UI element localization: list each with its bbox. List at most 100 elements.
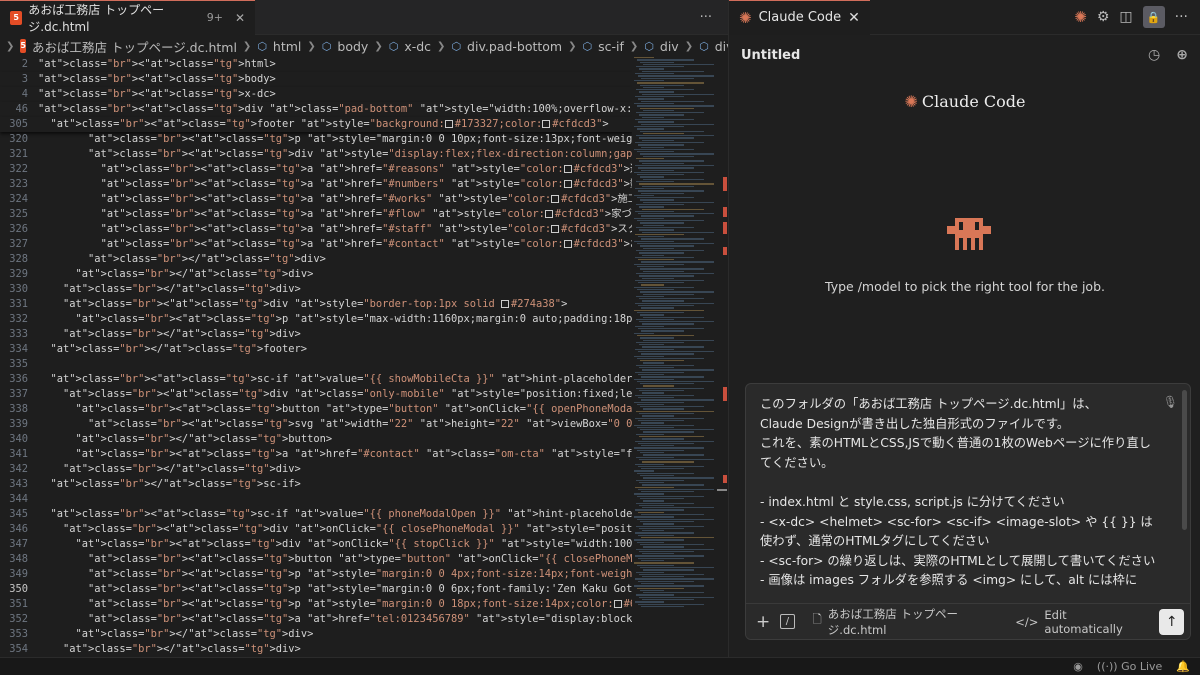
line-number: 338 — [9, 403, 28, 415]
code-line[interactable]: 353 "at">class="br"></"at">class="tg">di… — [0, 627, 632, 642]
notifications-icon[interactable]: 🔔 — [1176, 660, 1190, 673]
code-line[interactable]: 324 "at">class="br"><"at">class="tg">a "… — [0, 192, 632, 207]
openai-icon[interactable]: ⚙ — [1097, 9, 1110, 25]
code-line[interactable]: 352 "at">class="br"><"at">class="tg">a "… — [0, 612, 632, 627]
go-live-button[interactable]: ((·)) Go Live — [1097, 660, 1162, 673]
breadcrumb-item[interactable]: x-dc — [404, 39, 431, 54]
attached-file-chip[interactable]: 🗋 あおば工務店 トップページ.dc.html — [813, 606, 1006, 638]
code-line[interactable]: 342 "at">class="br"></"at">class="tg">di… — [0, 462, 632, 477]
minimap-line — [640, 314, 664, 316]
claude-code-tab[interactable]: ✺ Claude Code ✕ — [729, 0, 870, 35]
breadcrumb-item[interactable]: div — [660, 39, 679, 54]
claude-logo-icon[interactable]: ✺ — [1074, 8, 1087, 26]
breadcrumb-item[interactable]: あおば工務店 トップページ.dc.html — [32, 37, 237, 56]
editor-tab[interactable]: 5 あおば工務店 トップページ.dc.html 9+ ✕ — [0, 0, 255, 35]
chevron-right-icon: ❯ — [437, 40, 446, 52]
code-line[interactable]: 336 "at">class="br"><"at">class="tg">sc-… — [0, 372, 632, 387]
prompt-composer[interactable]: このフォルダの「あおば工務店 トップページ.dc.html」は、 Claude … — [745, 383, 1191, 640]
code-line[interactable]: 338 "at">class="br"><"at">class="tg">but… — [0, 402, 632, 417]
code-line[interactable]: 341 "at">class="br"><"at">class="tg">a "… — [0, 447, 632, 462]
microphone-icon[interactable]: 🎙 — [1163, 395, 1178, 409]
minimap-line — [637, 128, 664, 130]
code-line[interactable]: 354 "at">class="br"></"at">class="tg">di… — [0, 642, 632, 657]
code-line[interactable]: 339 "at">class="br"><"at">class="tg">svg… — [0, 417, 632, 432]
minimap-line — [635, 210, 674, 213]
breadcrumb-item[interactable]: body — [337, 39, 368, 54]
line-code: "at">class="br"><"at">class="tg">a "at">… — [100, 208, 632, 220]
minimap-line — [636, 594, 674, 596]
code-area[interactable]: 2 "at">class="br"><"at">class="tg">html> 3… — [0, 57, 632, 657]
code-line[interactable]: 46 "at">class="br"><"at">class="tg">div "… — [0, 102, 632, 117]
more-actions-icon[interactable]: ··· — [700, 10, 712, 25]
code-line[interactable]: 345 "at">class="br"><"at">class="tg">sc-… — [0, 507, 632, 522]
lock-icon[interactable]: 🔒 — [1142, 6, 1165, 28]
code-line[interactable]: 330 "at">class="br"></"at">class="tg">di… — [0, 282, 632, 297]
close-tab-icon[interactable]: ✕ — [848, 10, 860, 26]
code-line[interactable]: 334 "at">class="br"></"at">class="tg">fo… — [0, 342, 632, 357]
code-line[interactable]: 2 "at">class="br"><"at">class="tg">html> — [0, 57, 632, 72]
split-editor-icon[interactable]: ◫ — [1119, 9, 1132, 25]
code-line[interactable]: 350 "at">class="br"><"at">class="tg">p "… — [0, 582, 632, 597]
breadcrumb-item[interactable]: div — [715, 39, 728, 54]
minimap-line — [634, 516, 674, 518]
code-line[interactable]: 328 "at">class="br"></"at">class="tg">di… — [0, 252, 632, 267]
code-line[interactable]: 349 "at">class="br"><"at">class="tg">p "… — [0, 567, 632, 582]
edit-mode-toggle[interactable]: </> Edit automatically — [1015, 608, 1141, 636]
line-number: 2 — [21, 58, 28, 70]
code-line[interactable]: 326 "at">class="br"><"at">class="tg">a "… — [0, 222, 632, 237]
minimap-line — [634, 79, 664, 82]
minimap-line — [643, 569, 694, 571]
slash-command-icon[interactable]: / — [780, 614, 795, 629]
code-line[interactable]: 321 "at">class="br"><"at">class="tg">div… — [0, 147, 632, 162]
line-number: 345 — [9, 508, 28, 520]
minimap-line — [639, 114, 684, 116]
close-tab-icon[interactable]: ✕ — [235, 11, 245, 25]
more-actions-icon[interactable]: ··· — [1175, 9, 1188, 25]
code-line[interactable]: 331 "at">class="br"><"at">class="tg">div… — [0, 297, 632, 312]
code-line[interactable]: 351 "at">class="br"><"at">class="tg">p "… — [0, 597, 632, 612]
line-code: "at">class="br"><"at">class="tg">button … — [75, 403, 632, 415]
breadcrumb-item[interactable]: sc-if — [598, 39, 624, 54]
minimap[interactable] — [632, 57, 714, 657]
line-number: 337 — [9, 388, 28, 400]
code-line[interactable]: 347 "at">class="br"><"at">class="tg">div… — [0, 537, 632, 552]
minimap-line — [638, 190, 704, 192]
code-line[interactable]: 329 "at">class="br"></"at">class="tg">di… — [0, 267, 632, 282]
line-code: "at">class="br"><"at">class="tg">svg "at… — [88, 418, 632, 430]
code-line[interactable]: 333 "at">class="br"></"at">class="tg">di… — [0, 327, 632, 342]
prompt-input[interactable]: このフォルダの「あおば工務店 トップページ.dc.html」は、 Claude … — [760, 395, 1160, 595]
minimap-line — [641, 307, 674, 309]
minimap-line — [642, 369, 714, 371]
composer-scrollbar[interactable] — [1182, 390, 1187, 530]
code-line[interactable]: 327 "at">class="br"><"at">class="tg">a "… — [0, 237, 632, 252]
code-line[interactable]: 325 "at">class="br"><"at">class="tg">a "… — [0, 207, 632, 222]
minimap-line — [641, 605, 684, 608]
code-line[interactable]: 344 — [0, 492, 632, 507]
code-line[interactable]: 332 "at">class="br"><"at">class="tg">p "… — [0, 312, 632, 327]
code-line[interactable]: 320 "at">class="br"><"at">class="tg">p "… — [0, 132, 632, 147]
code-line[interactable]: 343 "at">class="br"></"at">class="tg">sc… — [0, 477, 632, 492]
history-icon[interactable]: ◷ — [1148, 47, 1160, 63]
code-line[interactable]: 305 "at">class="br"><"at">class="tg">foo… — [0, 117, 632, 132]
code-line[interactable]: 340 "at">class="br"></"at">class="tg">bu… — [0, 432, 632, 447]
file-icon: 🗋 — [812, 612, 822, 626]
breadcrumb-item[interactable]: html — [273, 39, 301, 54]
minimap-line — [639, 206, 664, 208]
code-line[interactable]: 335 — [0, 357, 632, 372]
line-code: "at">class="br"><"at">class="tg">x-dc> — [38, 88, 276, 100]
code-line[interactable]: 323 "at">class="br"><"at">class="tg">a "… — [0, 177, 632, 192]
new-session-icon[interactable]: ⊕ — [1176, 47, 1188, 63]
panel-tab-bar: ✺ Claude Code ✕ ✺ ⚙ ◫ 🔒 ··· — [729, 0, 1200, 35]
status-bar: ◉ ((·)) Go Live 🔔 — [0, 657, 1200, 675]
code-line[interactable]: 348 "at">class="br"><"at">class="tg">but… — [0, 552, 632, 567]
code-line[interactable]: 337 "at">class="br"><"at">class="tg">div… — [0, 387, 632, 402]
breadcrumb-item[interactable]: div.pad-bottom — [467, 39, 562, 54]
add-attachment-icon[interactable]: + — [756, 612, 770, 632]
editor-scrollbar[interactable] — [714, 57, 728, 657]
copilot-icon[interactable]: ◉ — [1073, 660, 1083, 673]
send-button[interactable]: ↑ — [1159, 608, 1185, 635]
code-line[interactable]: 346 "at">class="br"><"at">class="tg">div… — [0, 522, 632, 537]
code-line[interactable]: 322 "at">class="br"><"at">class="tg">a "… — [0, 162, 632, 177]
code-line[interactable]: 3 "at">class="br"><"at">class="tg">body> — [0, 72, 632, 87]
code-line[interactable]: 4 "at">class="br"><"at">class="tg">x-dc> — [0, 87, 632, 102]
